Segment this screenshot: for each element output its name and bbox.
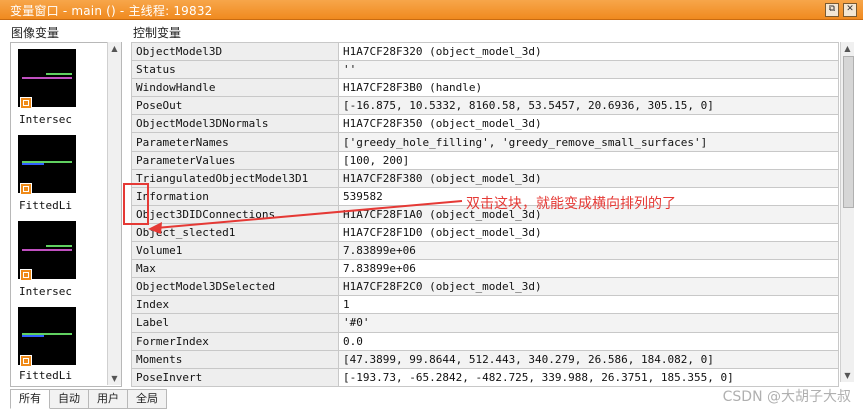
tab-global[interactable]: 全局 <box>128 389 167 409</box>
annotation-text: 双击这块，就能变成横向排列的了 <box>466 196 676 212</box>
tab-all[interactable]: 所有 <box>10 389 50 409</box>
annotation-arrow <box>148 200 463 234</box>
tab-user[interactable]: 用户 <box>89 389 128 409</box>
watermark: CSDN @大胡子大叔 <box>722 389 851 405</box>
tab-auto[interactable]: 自动 <box>50 389 89 409</box>
scope-tabs: 所有 自动 用户 全局 <box>10 389 167 409</box>
